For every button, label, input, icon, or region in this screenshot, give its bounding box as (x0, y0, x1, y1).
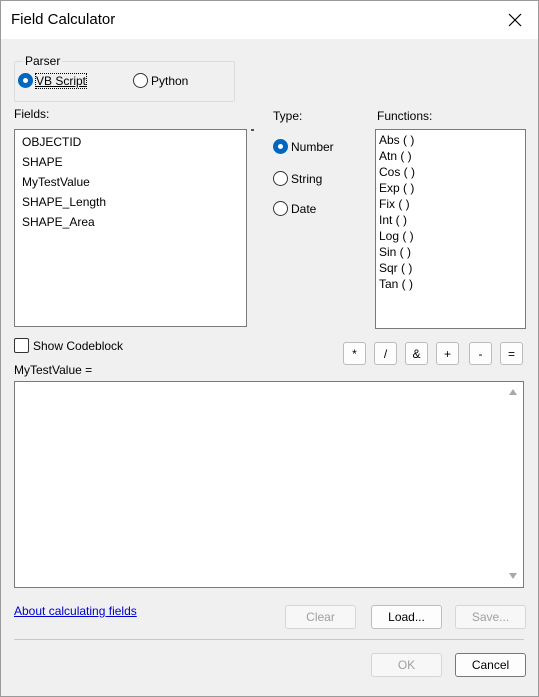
scroll-up-icon[interactable] (508, 388, 518, 396)
list-item[interactable]: MyTestValue (15, 172, 246, 192)
list-item[interactable]: OBJECTID (15, 132, 246, 152)
fields-label: Fields: (14, 107, 50, 121)
close-icon (508, 13, 522, 27)
equals-button[interactable]: = (500, 342, 523, 365)
multiply-button[interactable]: * (343, 342, 366, 365)
parser-vbscript-radio[interactable]: VB Script (18, 72, 88, 89)
clear-button[interactable]: Clear (285, 605, 356, 629)
checkbox-unchecked-icon (14, 338, 29, 353)
parser-vbscript-label-text: VB Script (36, 73, 87, 88)
list-item[interactable]: Log ( ) (376, 228, 525, 244)
list-item[interactable]: Tan ( ) (376, 276, 525, 292)
show-codeblock-label: Show Codeblock (33, 338, 124, 353)
load-button-label: Load... (388, 610, 425, 624)
type-date-radio[interactable]: Date (273, 201, 316, 216)
functions-label: Functions: (377, 109, 433, 123)
parser-python-radio[interactable]: Python (133, 73, 188, 88)
parser-vbscript-label: VB Script (34, 72, 88, 89)
show-codeblock-checkbox[interactable]: Show Codeblock (14, 338, 123, 353)
divide-button[interactable]: / (374, 342, 397, 365)
load-button[interactable]: Load... (371, 605, 442, 629)
subtract-button[interactable]: - (469, 342, 492, 365)
list-item[interactable]: Int ( ) (376, 212, 525, 228)
radio-unchecked-icon (273, 171, 288, 186)
type-number-label: Number (291, 139, 334, 154)
fields-list[interactable]: OBJECTID SHAPE MyTestValue SHAPE_Length … (14, 129, 247, 327)
scroll-down-icon[interactable] (508, 572, 518, 580)
separator (14, 639, 524, 640)
list-item[interactable]: SHAPE_Area (15, 212, 246, 232)
list-item[interactable]: Cos ( ) (376, 164, 525, 180)
type-string-radio[interactable]: String (273, 171, 322, 186)
list-item[interactable]: Sin ( ) (376, 244, 525, 260)
type-number-radio[interactable]: Number (273, 139, 334, 154)
type-string-label: String (291, 171, 323, 186)
save-button-label: Save... (471, 610, 510, 624)
cancel-button[interactable]: Cancel (455, 653, 526, 677)
functions-list[interactable]: Abs ( ) Atn ( ) Cos ( ) Exp ( ) Fix ( ) … (375, 129, 526, 329)
window-title: Field Calculator (11, 11, 116, 28)
radio-unchecked-icon (273, 201, 288, 216)
parser-python-label: Python (151, 73, 189, 88)
radio-checked-icon (273, 139, 288, 154)
parser-group-label: Parser (23, 54, 63, 68)
resize-marker-icon (251, 129, 254, 131)
concat-button[interactable]: & (405, 342, 428, 365)
list-item[interactable]: SHAPE_Length (15, 192, 246, 212)
add-button[interactable]: + (436, 342, 459, 365)
list-item[interactable]: Sqr ( ) (376, 260, 525, 276)
clear-button-label: Clear (306, 610, 335, 624)
list-item[interactable]: Exp ( ) (376, 180, 525, 196)
list-item[interactable]: SHAPE (15, 152, 246, 172)
list-item[interactable]: Abs ( ) (376, 132, 525, 148)
radio-checked-icon (18, 73, 33, 88)
list-item[interactable]: Fix ( ) (376, 196, 525, 212)
type-date-label: Date (291, 201, 317, 216)
field-calculator-dialog: Field Calculator Parser VB Script Python… (0, 0, 539, 697)
expression-scrollbar[interactable] (503, 382, 523, 587)
close-button[interactable] (492, 1, 538, 39)
about-calculating-fields-link[interactable]: About calculating fields (14, 604, 137, 618)
list-item[interactable]: Atn ( ) (376, 148, 525, 164)
ok-button[interactable]: OK (371, 653, 442, 677)
radio-unchecked-icon (133, 73, 148, 88)
expression-textarea[interactable] (14, 381, 524, 588)
type-label: Type: (273, 109, 303, 123)
save-button[interactable]: Save... (455, 605, 526, 629)
title-bar: Field Calculator (1, 1, 538, 39)
cancel-button-label: Cancel (471, 658, 510, 672)
ok-button-label: OK (397, 658, 416, 672)
expression-label: MyTestValue = (14, 363, 93, 377)
